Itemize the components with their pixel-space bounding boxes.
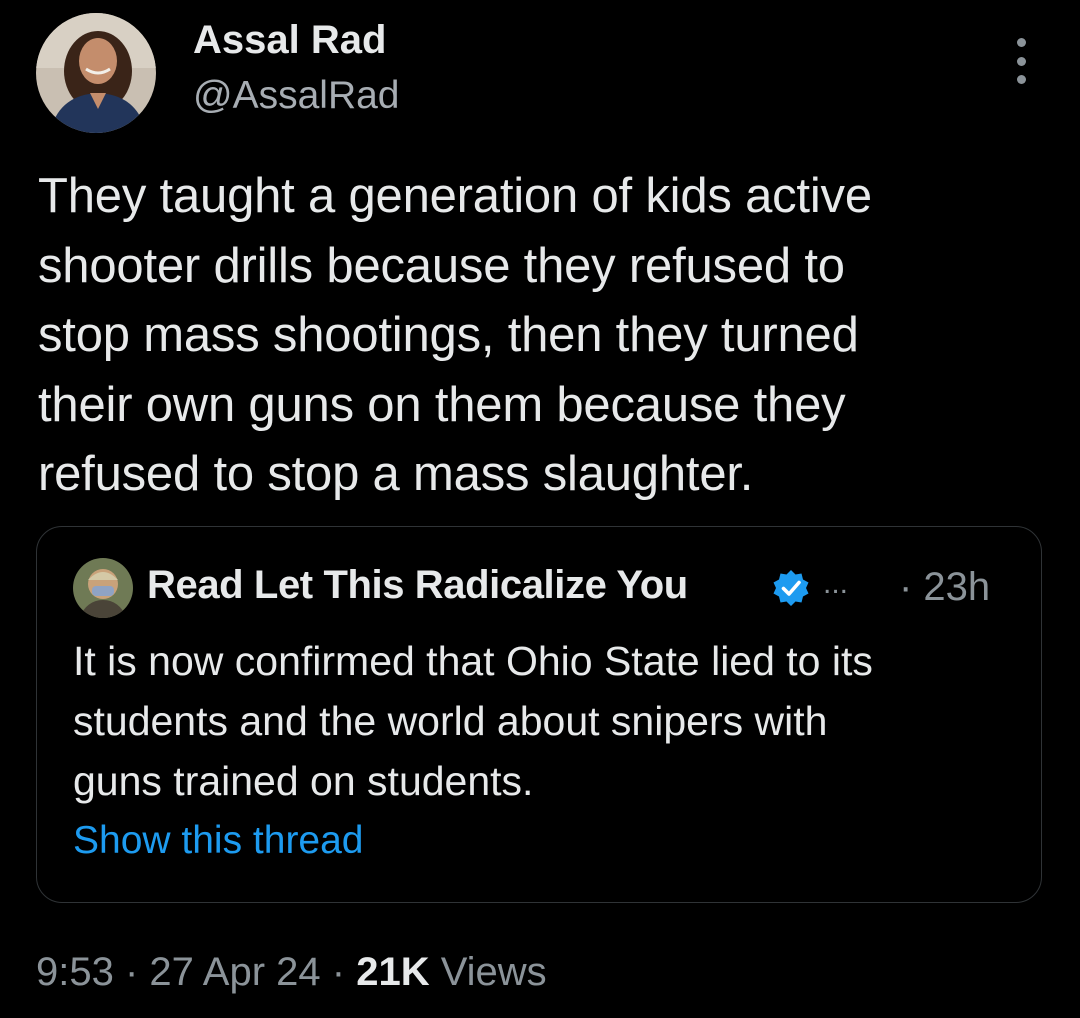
more-vertical-icon xyxy=(1016,75,1026,84)
tweet-metadata: 9:53 · 27 Apr 24 · 21K Views xyxy=(36,950,547,995)
quoted-tweet-text: It is now confirmed that Ohio State lied… xyxy=(73,638,873,804)
tweet-text: They taught a generation of kids active … xyxy=(38,169,872,501)
quoted-author-name[interactable]: Read Let This Radicalize You xyxy=(147,563,688,608)
quoted-timestamp[interactable]: · 23h xyxy=(899,565,990,610)
post-time[interactable]: 9:53 xyxy=(36,950,114,994)
post-date[interactable]: 27 Apr 24 xyxy=(149,950,320,994)
quoted-tweet-card[interactable]: Read Let This Radicalize You ... · 23h I… xyxy=(36,526,1042,903)
author-name[interactable]: Assal Rad xyxy=(193,18,386,63)
more-options-button[interactable] xyxy=(1004,38,1038,84)
quoted-author-avatar[interactable] xyxy=(73,558,133,618)
quoted-name-truncation: ... xyxy=(823,567,849,600)
author-avatar-image xyxy=(36,13,156,133)
show-thread-link[interactable]: Show this thread xyxy=(73,819,364,863)
tweet-detail: Assal Rad @AssalRad They taught a genera… xyxy=(0,0,1080,1018)
author-avatar[interactable] xyxy=(36,13,156,133)
views-count[interactable]: 21K xyxy=(356,950,429,994)
quoted-author-avatar-image xyxy=(73,558,133,618)
views-label: Views xyxy=(429,950,547,994)
more-vertical-icon xyxy=(1016,56,1026,66)
verified-badge-icon xyxy=(773,570,809,606)
author-handle[interactable]: @AssalRad xyxy=(193,74,400,118)
meta-separator: · xyxy=(113,950,150,994)
more-vertical-icon xyxy=(1016,38,1026,47)
meta-separator: · xyxy=(320,950,357,994)
